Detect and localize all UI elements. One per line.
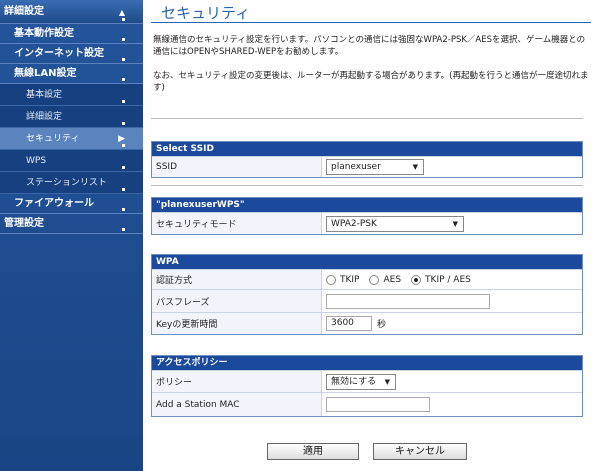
sidebar-item-label: 管理設定 (4, 218, 44, 229)
section-header: WPA (152, 255, 582, 269)
corner-mark-icon (122, 100, 125, 103)
section-header: アクセスポリシー (152, 356, 582, 370)
sidebar-top-label: 詳細設定 (4, 6, 44, 17)
ssid-select[interactable]: planexuser ▼ (326, 159, 424, 175)
sidebar: 詳細設定 ▲ 基本動作設定 インターネット設定 無線LAN設定 基本設定 詳細設… (0, 0, 143, 471)
corner-mark-icon (122, 228, 125, 231)
policy-row: ポリシー 無効にする ▼ (152, 370, 582, 392)
passphrase-input[interactable] (326, 293, 490, 309)
key-update-unit: 秒 (377, 320, 387, 330)
sidebar-item-wlan-advanced[interactable]: 詳細設定 (0, 106, 143, 128)
sidebar-item-station-list[interactable]: ステーションリスト (0, 172, 143, 194)
description-text: 無線通信のセキュリティ設定を行います。パソコンとの通信には強固なWPA2-PSK… (153, 35, 586, 57)
ssid-select-value: planexuser (331, 162, 381, 172)
section-header: Select SSID (152, 142, 582, 156)
passphrase-row: パスフレーズ (152, 289, 582, 312)
corner-mark-icon (122, 166, 125, 169)
corner-mark-icon (122, 38, 125, 41)
sidebar-item-wireless-lan[interactable]: 無線LAN設定 (0, 64, 143, 84)
select-ssid-section: Select SSID SSID planexuser ▼ (151, 141, 583, 178)
corner-mark-icon (122, 18, 125, 21)
apply-button[interactable]: 適用 (267, 443, 359, 460)
key-update-row: Keyの更新時間 3600 秒 (152, 312, 582, 334)
security-mode-value: WPA2-PSK (331, 218, 377, 229)
station-mac-row: Add a Station MAC (152, 392, 582, 416)
sidebar-item-label: インターネット設定 (14, 48, 104, 59)
auth-method-row: 認証方式 TKIP AES TKIP / AES (152, 269, 582, 289)
divider (151, 185, 583, 186)
divider (151, 118, 583, 119)
security-mode-label: セキュリティモード (152, 213, 322, 234)
sidebar-top-advanced[interactable]: 詳細設定 ▲ (0, 0, 143, 24)
sidebar-item-label: 基本設定 (26, 90, 63, 100)
ssid-row: SSID planexuser ▼ (152, 156, 582, 177)
section-header: "planexuserWPS" (152, 198, 582, 212)
corner-mark-icon (122, 58, 125, 61)
sidebar-item-label: 基本動作設定 (14, 28, 74, 39)
sidebar-item-basic-operation[interactable]: 基本動作設定 (0, 24, 143, 44)
key-update-value: 3600 (331, 318, 354, 328)
chevron-up-icon: ▲ (118, 8, 125, 17)
sidebar-item-label: セキュリティ (26, 134, 80, 144)
dropdown-arrow-icon: ▼ (384, 377, 390, 386)
sidebar-item-internet[interactable]: インターネット設定 (0, 44, 143, 64)
page-title: セキュリティ (161, 4, 251, 22)
sidebar-item-label: 詳細設定 (26, 112, 63, 122)
ssid-label: SSID (152, 157, 322, 177)
security-mode-row: セキュリティモード WPA2-PSK ▼ (152, 212, 582, 234)
sidebar-item-firewall[interactable]: ファイアウォール (0, 194, 143, 214)
dropdown-arrow-icon: ▼ (452, 219, 458, 228)
key-update-input[interactable]: 3600 (326, 316, 372, 331)
radio-aes[interactable] (369, 274, 380, 285)
station-mac-label: Add a Station MAC (152, 393, 322, 416)
key-update-label: Keyの更新時間 (152, 313, 322, 334)
sidebar-item-wlan-basic[interactable]: 基本設定 (0, 84, 143, 106)
title-divider (151, 22, 591, 23)
sidebar-item-label: WPS (26, 156, 47, 166)
radio-tkip-aes-label: TKIP / AES (425, 274, 471, 285)
auth-method-label: 認証方式 (152, 270, 322, 289)
corner-mark-icon (122, 78, 125, 81)
access-policy-section: アクセスポリシー ポリシー 無効にする ▼ Add a Station MAC (151, 355, 583, 417)
cancel-button[interactable]: キャンセル (373, 443, 467, 460)
radio-tkip-label: TKIP (340, 274, 360, 285)
sidebar-item-label: ファイアウォール (14, 198, 94, 209)
policy-select-value: 無効にする (331, 376, 377, 387)
corner-mark-icon (122, 122, 125, 125)
policy-label: ポリシー (152, 371, 322, 392)
main-content: セキュリティ 無線通信のセキュリティ設定を行います。パソコンとの通信には強固なW… (143, 0, 600, 471)
station-mac-input[interactable] (326, 397, 430, 412)
wpa-section: WPA 認証方式 TKIP AES TKIP / AES パスフレーズ Keyの… (151, 254, 583, 335)
sidebar-item-security[interactable]: セキュリティ ▶ (0, 128, 143, 150)
dropdown-arrow-icon: ▼ (412, 163, 418, 171)
security-mode-select[interactable]: WPA2-PSK ▼ (326, 215, 464, 232)
sidebar-item-label: ステーションリスト (26, 178, 107, 188)
sidebar-item-wps[interactable]: WPS (0, 150, 143, 172)
sidebar-item-label: 無線LAN設定 (14, 68, 77, 79)
restart-note-text: なお、セキュリティ設定の変更後は、ルーターが再起動する場合があります。(再起動を… (153, 71, 589, 93)
corner-mark-icon (122, 208, 125, 211)
radio-aes-label: AES (383, 274, 402, 285)
radio-tkip-aes[interactable] (411, 274, 422, 285)
policy-select[interactable]: 無効にする ▼ (326, 373, 396, 390)
radio-tkip[interactable] (326, 274, 336, 285)
corner-mark-icon (122, 144, 125, 147)
security-mode-section: "planexuserWPS" セキュリティモード WPA2-PSK ▼ (151, 197, 583, 235)
passphrase-label: パスフレーズ (152, 290, 322, 312)
sidebar-item-management[interactable]: 管理設定 (0, 214, 143, 234)
corner-mark-icon (122, 188, 125, 191)
